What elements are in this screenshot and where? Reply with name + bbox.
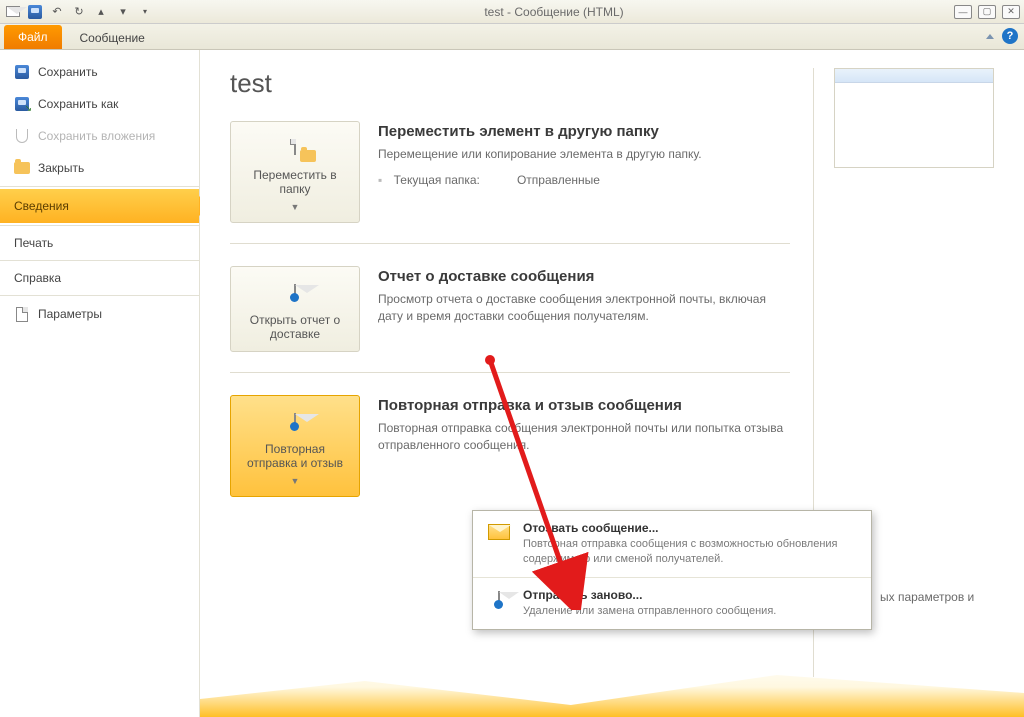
undo-icon[interactable]: ↶ — [48, 3, 66, 21]
menu-item-description: Удаление или замена отправленного сообще… — [523, 604, 776, 619]
move-folder-icon — [275, 132, 315, 162]
tab-file[interactable]: Файл — [4, 25, 62, 49]
maximize-button[interactable]: ▢ — [978, 5, 996, 19]
sidebar-item-label: Печать — [14, 236, 53, 250]
menu-item-title: Отправить заново... — [523, 588, 776, 602]
tab-message[interactable]: Сообщение — [68, 27, 157, 49]
button-label: Повторная отправка и отзыв — [239, 442, 351, 470]
save-icon[interactable] — [26, 3, 44, 21]
backstage-content: test Переместить в папку ▼ Переместить э… — [200, 50, 1024, 717]
section-description: Просмотр отчета о доставке сообщения эле… — [378, 291, 790, 326]
sidebar-item-label: Параметры — [38, 307, 102, 321]
previous-icon[interactable]: ▴ — [92, 3, 110, 21]
sidebar-item-label: Справка — [14, 271, 61, 285]
resend-recall-button[interactable]: Повторная отправка и отзыв ▼ — [230, 395, 360, 497]
backstage-view: Сохранить Сохранить как Сохранить вложен… — [0, 50, 1024, 717]
menu-item-resend[interactable]: Отправить заново... Удаление или замена … — [473, 577, 871, 629]
message-preview-thumbnail — [834, 68, 994, 168]
info-block-move: Переместить в папку ▼ Переместить элемен… — [230, 121, 790, 223]
recall-envelope-icon — [485, 521, 513, 543]
redo-icon[interactable]: ↻ — [70, 3, 88, 21]
move-to-folder-button[interactable]: Переместить в папку ▼ — [230, 121, 360, 223]
close-window-button[interactable]: ✕ — [1002, 5, 1020, 19]
window-title: test - Сообщение (HTML) — [154, 5, 954, 19]
open-delivery-report-button[interactable]: Открыть отчет о доставке — [230, 266, 360, 352]
sidebar-separator — [0, 295, 199, 296]
section-description: Перемещение или копирование элемента в д… — [378, 146, 790, 163]
close-folder-icon — [14, 160, 30, 176]
menu-item-title: Отозвать сообщение... — [523, 521, 859, 535]
sidebar-item-info[interactable]: Сведения — [0, 189, 199, 223]
section-title: Повторная отправка и отзыв сообщения — [378, 397, 790, 414]
menu-item-recall[interactable]: Отозвать сообщение... Повторная отправка… — [473, 511, 871, 577]
help-icon[interactable]: ? — [1002, 28, 1018, 44]
attachment-icon — [14, 128, 30, 144]
envelope-icon[interactable] — [4, 3, 22, 21]
section-title: Отчет о доставке сообщения — [378, 268, 790, 285]
sidebar-separator — [0, 186, 199, 187]
info-block-delivery-report: Открыть отчет о доставке Отчет о доставк… — [230, 266, 790, 352]
section-separator — [230, 243, 790, 244]
chevron-down-icon: ▼ — [291, 476, 300, 486]
collapse-ribbon-icon[interactable] — [986, 34, 994, 39]
title-bar: ↶ ↻ ▴ ▾ ▾ test - Сообщение (HTML) — ▢ ✕ — [0, 0, 1024, 24]
window-controls: — ▢ ✕ — [954, 5, 1020, 19]
ribbon-tabs: Файл Сообщение ? — [0, 24, 1024, 50]
section-description: Повторная отправка сообщения электронной… — [378, 420, 790, 455]
sidebar-item-label: Сохранить вложения — [38, 129, 155, 143]
sidebar-item-print[interactable]: Печать — [0, 228, 199, 258]
sidebar-item-help[interactable]: Справка — [0, 263, 199, 293]
qat-customize-icon[interactable]: ▾ — [136, 3, 154, 21]
resend-recall-dropdown: Отозвать сообщение... Повторная отправка… — [472, 510, 872, 630]
section-title: Переместить элемент в другую папку — [378, 123, 790, 140]
chevron-down-icon: ▼ — [291, 202, 300, 212]
current-folder-value: Отправленные — [517, 173, 600, 187]
sidebar-item-label: Сохранить — [38, 65, 98, 79]
menu-item-description: Повторная отправка сообщения с возможнос… — [523, 537, 859, 567]
sidebar-separator — [0, 225, 199, 226]
current-folder-label: Текущая папка: — [394, 173, 514, 187]
save-as-icon — [14, 96, 30, 112]
sidebar-item-close[interactable]: Закрыть — [0, 152, 199, 184]
document-icon — [14, 306, 30, 322]
sidebar-item-label: Сохранить как — [38, 97, 118, 111]
sidebar-item-options[interactable]: Параметры — [0, 298, 199, 330]
backstage-sidebar: Сохранить Сохранить как Сохранить вложен… — [0, 50, 200, 717]
resend-envelope-icon — [485, 588, 513, 610]
sidebar-item-save-as[interactable]: Сохранить как — [0, 88, 199, 120]
section-separator — [230, 372, 790, 373]
next-icon[interactable]: ▾ — [114, 3, 132, 21]
button-label: Переместить в папку — [239, 168, 351, 196]
sidebar-item-label: Закрыть — [38, 161, 84, 175]
envelope-recall-icon — [275, 406, 315, 436]
sidebar-item-save-attachments: Сохранить вложения — [0, 120, 199, 152]
bullet-icon: ▪ — [378, 173, 382, 187]
info-block-resend-recall: Повторная отправка и отзыв ▼ Повторная о… — [230, 395, 790, 497]
decorative-wave — [200, 657, 1024, 717]
truncated-text: ых параметров и — [880, 590, 974, 604]
minimize-button[interactable]: — — [954, 5, 972, 19]
sidebar-item-label: Сведения — [14, 199, 69, 213]
quick-access-toolbar: ↶ ↻ ▴ ▾ ▾ — [4, 3, 154, 21]
sidebar-separator — [0, 260, 199, 261]
button-label: Открыть отчет о доставке — [239, 313, 351, 341]
save-icon — [14, 64, 30, 80]
envelope-report-icon — [275, 277, 315, 307]
sidebar-item-save[interactable]: Сохранить — [0, 56, 199, 88]
